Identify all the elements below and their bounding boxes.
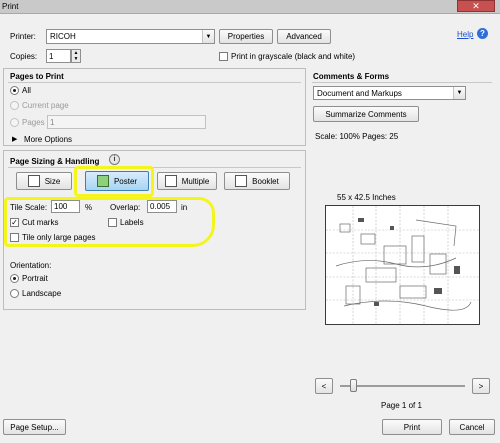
landscape-radio[interactable]	[10, 289, 19, 298]
preview-page	[325, 205, 480, 325]
chevron-right-icon[interactable]: ▶	[12, 135, 17, 143]
info-icon[interactable]: i	[109, 154, 120, 165]
page-setup-button[interactable]: Page Setup...	[3, 419, 66, 435]
poster-dimensions: 55 x 42.5 Inches	[337, 193, 396, 202]
landscape-label: Landscape	[22, 289, 62, 298]
help-link[interactable]: Help	[457, 30, 473, 39]
close-icon[interactable]: ✕	[457, 0, 495, 12]
booklet-label: Booklet	[252, 176, 279, 186]
page-indicator: Page 1 of 1	[381, 401, 422, 410]
pages-label: Pages	[22, 118, 45, 127]
grayscale-checkbox[interactable]	[219, 52, 228, 61]
size-button[interactable]: Size	[16, 172, 72, 190]
printer-value: RICOH	[50, 32, 76, 41]
poster-options-highlight	[4, 197, 215, 247]
current-page-radio[interactable]	[10, 101, 19, 110]
printer-select[interactable]: RICOH ▼	[46, 29, 215, 44]
scale-pages-text: Scale: 100% Pages: 25	[315, 132, 399, 141]
grayscale-label: Print in grayscale (black and white)	[231, 52, 356, 61]
pages-to-print-heading: Pages to Print	[10, 72, 64, 81]
pages-range-input[interactable]: 1	[47, 115, 206, 129]
next-page-button[interactable]: >	[472, 378, 490, 394]
portrait-radio[interactable]	[10, 274, 19, 283]
properties-button[interactable]: Properties	[219, 29, 273, 44]
copies-label: Copies:	[10, 52, 38, 61]
booklet-icon	[235, 175, 248, 187]
page-slider-track[interactable]	[340, 385, 465, 387]
copies-stepper[interactable]: ▲ ▼	[71, 49, 81, 63]
multiple-button[interactable]: Multiple	[157, 172, 217, 190]
multiple-icon	[164, 175, 177, 187]
window-title: Print	[2, 2, 19, 11]
poster-highlight	[74, 166, 154, 197]
divider	[8, 167, 301, 168]
chevron-down-icon: ▼	[202, 30, 214, 43]
advanced-button[interactable]: Advanced	[277, 29, 331, 44]
preview-thumbnail	[326, 206, 479, 324]
page-slider-thumb[interactable]	[350, 379, 357, 392]
multiple-label: Multiple	[181, 176, 210, 186]
booklet-button[interactable]: Booklet	[224, 172, 290, 190]
pages-radio[interactable]	[10, 118, 19, 127]
previous-page-button[interactable]: <	[315, 378, 333, 394]
size-label: Size	[44, 176, 61, 186]
portrait-label: Portrait	[22, 274, 48, 283]
divider	[8, 82, 301, 83]
cancel-button[interactable]: Cancel	[449, 419, 495, 435]
divider	[312, 82, 492, 83]
copies-input[interactable]: 1	[46, 49, 71, 63]
title-bar: Print ✕	[0, 0, 500, 14]
all-radio[interactable]	[10, 86, 19, 95]
summarize-comments-button[interactable]: Summarize Comments	[313, 106, 419, 122]
current-page-label: Current page	[22, 101, 69, 110]
printer-label: Printer:	[10, 32, 36, 41]
all-label: All	[22, 86, 31, 95]
help-icon[interactable]: ?	[477, 28, 488, 39]
more-options-link[interactable]: More Options	[24, 135, 72, 144]
comments-forms-value: Document and Markups	[317, 88, 402, 98]
comments-forms-heading: Comments & Forms	[313, 72, 390, 81]
page-sizing-heading: Page Sizing & Handling	[10, 157, 100, 166]
comments-forms-select[interactable]: Document and Markups ▼	[313, 86, 466, 100]
orientation-heading: Orientation:	[10, 261, 52, 270]
chevron-down-icon: ▼	[453, 87, 465, 99]
print-button[interactable]: Print	[382, 419, 442, 435]
size-icon	[27, 175, 40, 187]
